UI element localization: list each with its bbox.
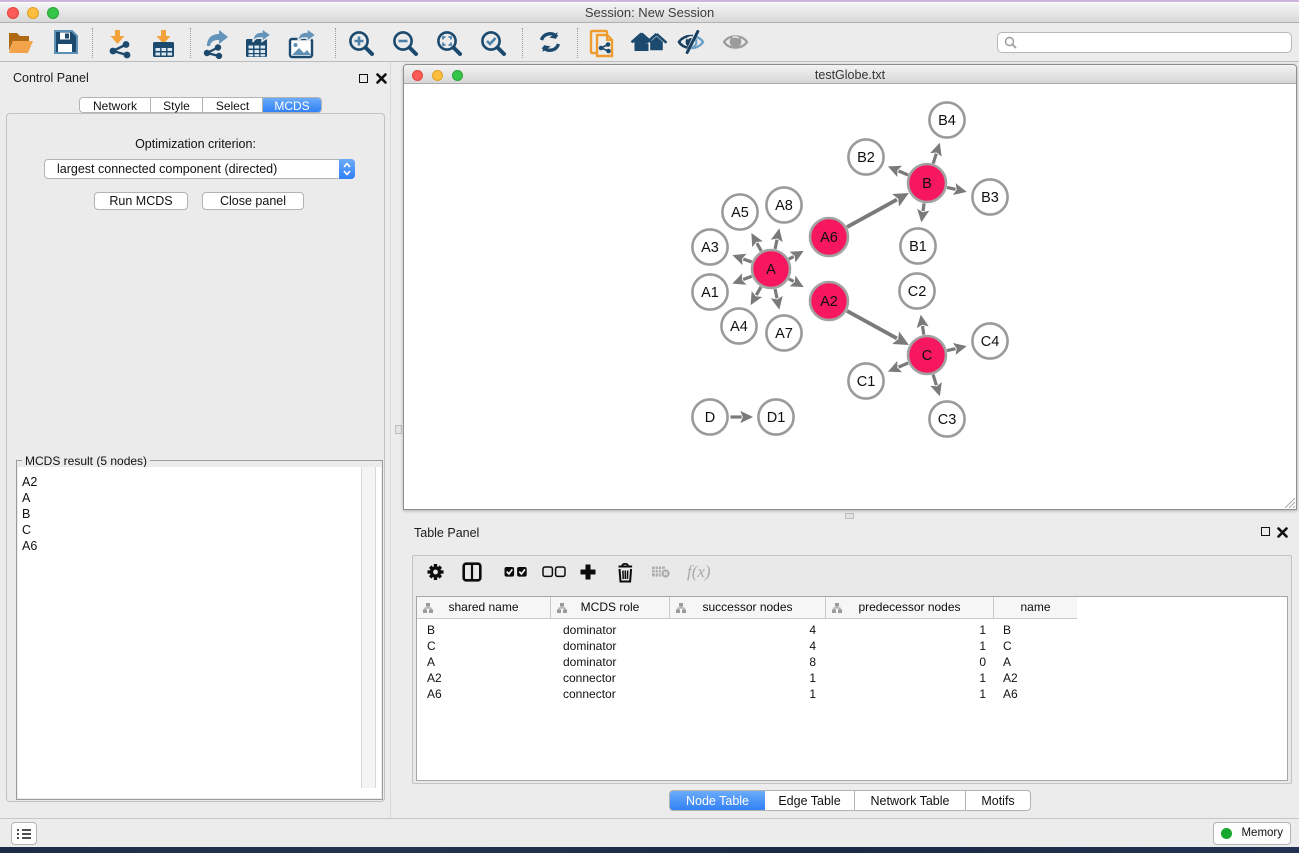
- svg-text:A1: A1: [701, 285, 719, 301]
- svg-text:A: A: [766, 262, 776, 278]
- svg-text:B: B: [922, 176, 932, 192]
- svg-text:A7: A7: [775, 326, 793, 342]
- svg-text:B3: B3: [981, 190, 999, 206]
- svg-text:A4: A4: [730, 319, 748, 335]
- svg-text:A5: A5: [731, 205, 749, 221]
- svg-text:C: C: [922, 348, 932, 364]
- svg-text:C2: C2: [908, 284, 927, 300]
- svg-text:A3: A3: [701, 240, 719, 256]
- svg-text:B4: B4: [938, 113, 956, 129]
- svg-text:C1: C1: [857, 374, 876, 390]
- svg-text:C3: C3: [938, 412, 957, 428]
- svg-text:A8: A8: [775, 198, 793, 214]
- svg-text:A2: A2: [820, 294, 838, 310]
- svg-text:C4: C4: [981, 334, 1000, 350]
- svg-text:D1: D1: [767, 410, 786, 426]
- svg-text:B2: B2: [857, 150, 875, 166]
- svg-text:B1: B1: [909, 239, 927, 255]
- svg-text:D: D: [705, 410, 715, 426]
- svg-text:A6: A6: [820, 230, 838, 246]
